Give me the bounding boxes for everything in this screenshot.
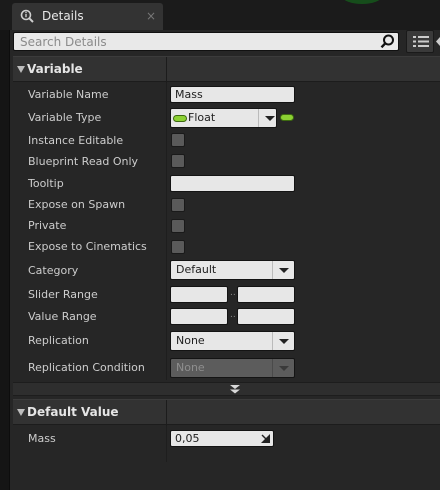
search-field — [13, 32, 399, 51]
replication-dropdown[interactable]: None — [170, 331, 295, 351]
scroll-left-icon[interactable] — [436, 37, 440, 46]
search-input[interactable] — [14, 33, 374, 50]
range-separator-icon: .. — [230, 310, 236, 320]
collapse-triangle-icon — [17, 66, 25, 73]
tab-title: Details — [42, 9, 84, 23]
close-tab-button[interactable]: × — [146, 9, 156, 23]
details-panel: Variable Variable Name Mass Variable Typ… — [10, 30, 440, 490]
replication-value: None — [176, 334, 205, 347]
property-label: Replication — [28, 334, 89, 347]
section-header-default-value[interactable]: Default Value — [13, 399, 440, 426]
chevron-down-icon — [258, 109, 276, 127]
search-icon[interactable] — [380, 34, 395, 49]
property-label: Variable Type — [28, 111, 102, 124]
section-title: Variable — [27, 62, 83, 76]
variable-type-dropdown[interactable]: Float — [170, 108, 277, 128]
range-separator-icon: .. — [230, 288, 236, 298]
single-container-icon[interactable] — [280, 114, 294, 121]
instance-editable-checkbox[interactable] — [171, 133, 185, 147]
tab-strip: Details × — [0, 0, 440, 30]
value-range-min-field[interactable] — [170, 308, 228, 325]
chevron-down-icon — [272, 359, 294, 377]
slider-range-max-field[interactable] — [237, 286, 295, 303]
slider-range-min-field[interactable] — [170, 286, 228, 303]
expand-advanced-icon — [230, 385, 240, 394]
chevron-down-icon — [272, 332, 294, 350]
property-label: Mass — [28, 432, 56, 445]
private-checkbox[interactable] — [171, 219, 185, 233]
viewport-fragment — [342, 0, 382, 4]
advanced-expander[interactable] — [13, 382, 440, 396]
property-label: Private — [28, 219, 67, 232]
chevron-down-icon — [272, 261, 294, 279]
category-value: Default — [176, 263, 217, 276]
drag-grip-icon[interactable] — [261, 434, 270, 443]
left-panel-edge — [0, 0, 10, 490]
view-options-icon — [413, 36, 429, 47]
expose-to-cinematics-checkbox[interactable] — [171, 240, 185, 254]
property-label: Variable Name — [28, 88, 109, 101]
collapse-triangle-icon — [17, 409, 25, 416]
details-tab-icon — [20, 9, 34, 23]
property-label: Expose on Spawn — [28, 198, 126, 211]
tooltip-field[interactable] — [170, 175, 295, 192]
property-label: Replication Condition — [28, 361, 145, 374]
property-label: Expose to Cinematics — [28, 240, 147, 253]
property-label: Blueprint Read Only — [28, 155, 139, 168]
section-header-variable[interactable]: Variable — [13, 56, 440, 83]
tab-details[interactable]: Details × — [12, 3, 163, 30]
section-title: Default Value — [27, 405, 119, 419]
blueprint-read-only-checkbox[interactable] — [171, 154, 185, 168]
variable-type-value: Float — [188, 111, 216, 124]
property-label: Category — [28, 264, 79, 277]
expose-on-spawn-checkbox[interactable] — [171, 198, 185, 212]
property-label: Instance Editable — [28, 134, 124, 147]
mass-value-field[interactable]: 0,05 — [170, 430, 274, 447]
property-label: Value Range — [28, 310, 97, 323]
value-range-max-field[interactable] — [237, 308, 295, 325]
mass-value: 0,05 — [175, 432, 200, 445]
variable-name-field[interactable]: Mass — [170, 86, 295, 103]
property-label: Slider Range — [28, 288, 98, 301]
view-options-button[interactable] — [406, 30, 434, 53]
pin-type-icon — [173, 114, 187, 122]
replication-condition-value: None — [176, 361, 205, 374]
property-label: Tooltip — [28, 177, 64, 190]
replication-condition-dropdown: None — [170, 358, 295, 378]
category-dropdown[interactable]: Default — [170, 260, 295, 280]
